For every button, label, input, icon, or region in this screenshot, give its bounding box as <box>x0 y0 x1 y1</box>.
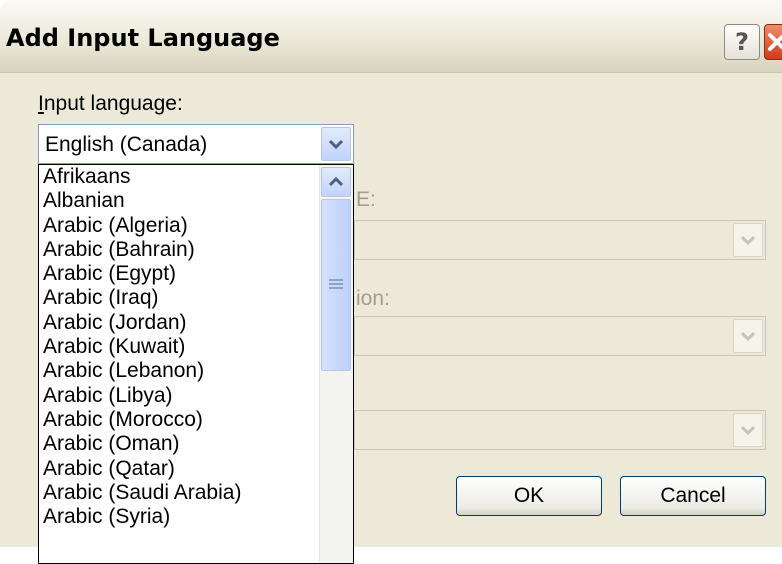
language-option[interactable]: Arabic (Libya) <box>39 384 353 408</box>
chevron-up-icon <box>329 177 343 187</box>
ok-button[interactable]: OK <box>456 476 602 516</box>
third-option-dropdown-button <box>733 413 763 447</box>
language-option[interactable]: Arabic (Kuwait) <box>39 335 353 359</box>
cancel-button[interactable]: Cancel <box>620 476 766 516</box>
language-option[interactable]: Arabic (Jordan) <box>39 311 353 335</box>
title-bar: Add Input Language ? <box>0 0 782 73</box>
dialog-title: Add Input Language <box>6 24 280 52</box>
scrollbar-thumb[interactable] <box>321 199 351 371</box>
language-option[interactable]: Arabic (Egypt) <box>39 262 353 286</box>
add-input-language-dialog: Add Input Language ? Input language: Eng… <box>0 0 782 564</box>
language-option[interactable]: Arabic (Qatar) <box>39 457 353 481</box>
chevron-down-icon <box>329 139 343 149</box>
close-icon <box>768 33 782 51</box>
input-language-label: Input language: <box>38 92 183 115</box>
scroll-up-button[interactable] <box>321 167 351 197</box>
second-option-combobox <box>354 316 766 356</box>
second-option-label-partial: ion: <box>356 287 390 310</box>
language-option[interactable]: Arabic (Oman) <box>39 432 353 456</box>
chevron-down-icon <box>741 235 755 245</box>
list-scrollbar[interactable] <box>319 165 353 563</box>
language-option[interactable]: Afrikaans <box>39 165 353 189</box>
input-language-dropdown-list[interactable]: Afrikaans Albanian Arabic (Algeria) Arabic … <box>38 164 354 564</box>
input-language-dropdown-button[interactable] <box>321 127 351 161</box>
keyboard-layout-label-partial: E: <box>356 188 376 211</box>
input-language-combobox[interactable]: English (Canada) <box>38 124 354 164</box>
language-option[interactable]: Albanian <box>39 189 353 213</box>
second-option-dropdown-button <box>733 319 763 353</box>
third-option-combobox <box>354 410 766 450</box>
language-options: Afrikaans Albanian Arabic (Algeria) Arabic … <box>39 165 353 529</box>
chevron-down-icon <box>741 331 755 341</box>
help-button[interactable]: ? <box>724 24 760 60</box>
language-option[interactable]: Arabic (Saudi Arabia) <box>39 481 353 505</box>
close-button[interactable] <box>764 24 782 60</box>
scrollbar-grip-icon <box>329 279 343 289</box>
chevron-down-icon <box>741 425 755 435</box>
language-option[interactable]: Arabic (Syria) <box>39 505 353 529</box>
keyboard-layout-combobox <box>354 220 766 260</box>
language-option[interactable]: Arabic (Bahrain) <box>39 238 353 262</box>
language-option[interactable]: Arabic (Lebanon) <box>39 359 353 383</box>
language-option[interactable]: Arabic (Algeria) <box>39 214 353 238</box>
language-option[interactable]: Arabic (Iraq) <box>39 286 353 310</box>
help-icon: ? <box>735 28 749 56</box>
input-language-selected-value: English (Canada) <box>45 133 208 156</box>
language-option[interactable]: Arabic (Morocco) <box>39 408 353 432</box>
keyboard-layout-dropdown-button <box>733 223 763 257</box>
